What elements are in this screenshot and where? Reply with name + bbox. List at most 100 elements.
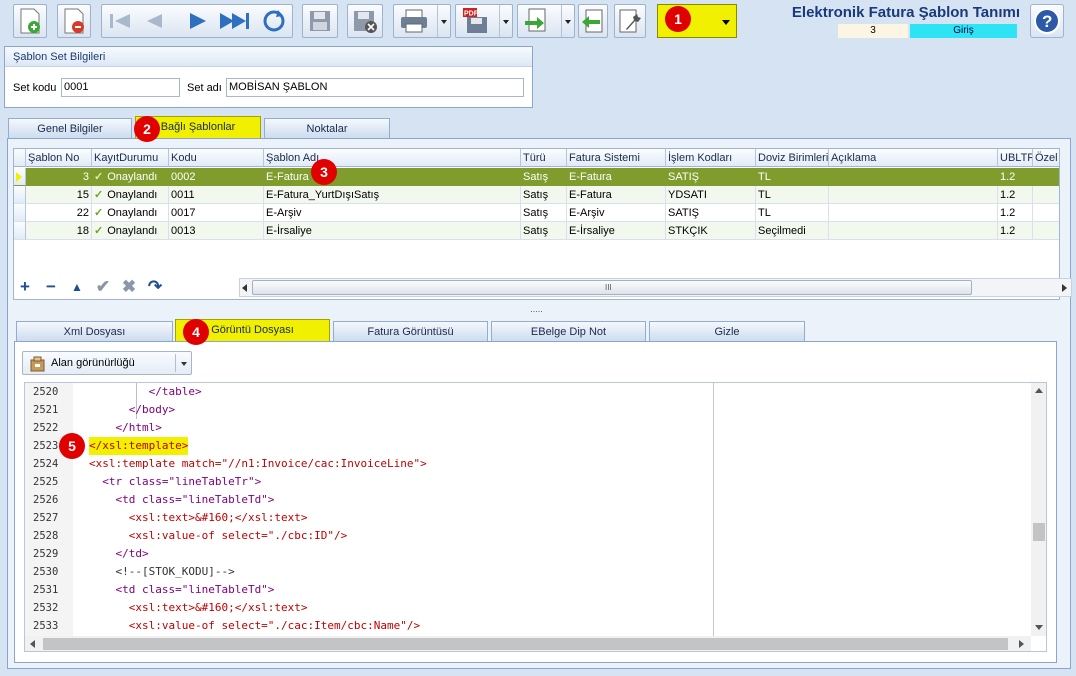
cell-doviz: TL [756,168,829,186]
cell-ozel [1033,186,1059,204]
cell-durum: ✓ Onaylandı [92,222,169,240]
table-row[interactable]: 15 ✓ Onaylandı 0011 E-Fatura_YurtDışıSatı… [14,186,1059,204]
print-dropdown-arrow[interactable] [437,5,450,37]
editor-hscroll-thumb[interactable] [43,638,1008,650]
scroll-right-icon[interactable] [1062,284,1067,292]
cell-adi: E-Fatura [264,168,521,186]
col-kayit-durumu[interactable]: KayıtDurumu [92,149,169,167]
scroll-up-icon[interactable] [1035,388,1043,393]
set-code-input[interactable]: 0001 [61,78,180,97]
settings-tool-button[interactable] [614,4,646,38]
tab-fatura-goruntusu[interactable]: Fatura Görüntüsü [333,321,488,341]
line-number: 2520 [33,386,59,398]
cancel-save-button[interactable] [347,4,383,38]
line-number: 2521 [33,404,59,416]
editor-split-line [713,383,714,636]
cell-durum: ✓ Onaylandı [92,186,169,204]
exit-button[interactable] [578,4,608,38]
cell-islem: SATIŞ [666,168,756,186]
pdf-dropdown-arrow[interactable] [499,5,512,37]
hscroll-left-icon[interactable] [30,640,35,648]
import-button[interactable] [517,4,575,38]
editor-horizontal-scrollbar[interactable] [25,636,1031,651]
export-pdf-button[interactable]: PDF [455,4,513,38]
table-row[interactable]: 3 ✓ Onaylandı 0002 E-Fatura Satış E-Fatur… [14,168,1059,186]
cell-sistem: E-Fatura [567,186,666,204]
col-ubltr[interactable]: UBLTR [998,149,1033,167]
code-text: <!--[STOK_KODU]--> [89,565,235,578]
grid-horizontal-scrollbar[interactable]: III [239,278,1072,297]
prev-record-icon [147,14,162,28]
col-aciklama[interactable]: Açıklama [829,149,998,167]
move-up-icon[interactable]: ▲ [68,278,86,296]
print-button[interactable] [393,4,451,38]
scroll-left-icon[interactable] [242,284,247,292]
code-line: 2528 <xsl:value-of select="./cbc:ID"/> [25,527,715,545]
first-record-icon [110,14,130,28]
code-line: 2520 </table> [25,383,715,401]
col-kodu[interactable]: Kodu [169,149,264,167]
help-icon: ? [1034,8,1060,34]
help-button[interactable]: ? [1030,4,1064,38]
cell-durum: ✓ Onaylandı [92,168,169,186]
code-line: 2532 <xsl:text>&#160;</xsl:text> [25,599,715,617]
cell-turu: Satış [521,186,567,204]
cancel-row-icon[interactable]: ✖ [120,278,138,296]
record-navigator [101,4,293,38]
panel-splitter[interactable]: ..... [14,305,1059,314]
editor-scroll-thumb[interactable] [1033,523,1045,541]
delete-record-button[interactable] [57,4,91,38]
col-turu[interactable]: Türü [521,149,567,167]
scroll-thumb[interactable]: III [252,280,972,295]
col-sablon-no[interactable]: Şablon No [26,149,92,167]
scroll-down-icon[interactable] [1035,625,1043,630]
callout-badge-2: 2 [134,116,160,142]
code-line: 2527 <xsl:text>&#160;</xsl:text> [25,509,715,527]
code-editor[interactable]: 2520 </table> 2521 </body> 2522 </html> … [24,382,1047,652]
save-button[interactable] [302,4,338,38]
cell-doviz: Seçilmedi [756,222,829,240]
import-dropdown-arrow[interactable] [561,5,574,37]
add-row-icon[interactable]: + [16,278,34,296]
table-row[interactable]: 22 ✓ Onaylandı 0017 E-Arşiv Satış E-Arşiv… [14,204,1059,222]
tab-genel-bilgiler[interactable]: Genel Bilgiler [8,118,132,138]
col-doviz-birimleri[interactable]: Doviz Birimleri [756,149,829,167]
field-visibility-dropdown[interactable]: Alan görünürlüğü [22,351,192,375]
cell-no: 3 [26,168,92,186]
cell-no: 18 [26,222,92,240]
table-row[interactable]: 18 ✓ Onaylandı 0013 E-İrsaliye Satış E-İr… [14,222,1059,240]
line-number: 2527 [33,512,59,524]
form-title: Elektronik Fatura Şablon Tanımı [791,4,1020,21]
cell-kodu: 0013 [169,222,264,240]
new-record-button[interactable] [13,4,47,38]
hscroll-right-icon[interactable] [1019,640,1024,648]
line-number: 2531 [33,584,59,596]
record-number: 3 [838,24,908,38]
dropdown-arrow-icon[interactable] [181,362,187,366]
cell-turu: Satış [521,204,567,222]
check-icon: ✓ [94,207,104,219]
tab-ebelge-dip-not[interactable]: EBelge Dip Not [491,321,646,341]
line-number: 2532 [33,602,59,614]
editor-vertical-scrollbar[interactable] [1031,383,1046,636]
tab-gizle[interactable]: Gizle [649,321,805,341]
code-line: 2524 <xsl:template match="//n1:Invoice/ca… [25,455,715,473]
col-sablon-adi[interactable]: Şablon Adı [264,149,521,167]
code-text: <xsl:template match="//n1:Invoice/cac:In… [89,457,427,470]
printer-icon [401,9,427,33]
tab-xml-dosyasi[interactable]: Xml Dosyası [16,321,173,341]
remove-row-icon[interactable]: − [42,278,60,296]
confirm-row-icon[interactable]: ✔ [94,278,112,296]
col-ozel[interactable]: Özel F [1033,149,1059,167]
line-number: 2522 [33,422,59,434]
refresh-grid-icon[interactable]: ↷ [146,278,164,296]
cell-adi: E-Arşiv [264,204,521,222]
code-text: </xsl:template> [89,437,189,455]
col-islem-kodlari[interactable]: İşlem Kodları [666,149,756,167]
tab-noktalar[interactable]: Noktalar [264,118,390,138]
set-name-input[interactable]: MOBİSAN ŞABLON [226,78,524,97]
code-line: 2522 </html> [25,419,715,437]
cell-durum-text: Onaylandı [107,189,158,201]
col-fatura-sistemi[interactable]: Fatura Sistemi [567,149,666,167]
cell-turu: Satış [521,222,567,240]
